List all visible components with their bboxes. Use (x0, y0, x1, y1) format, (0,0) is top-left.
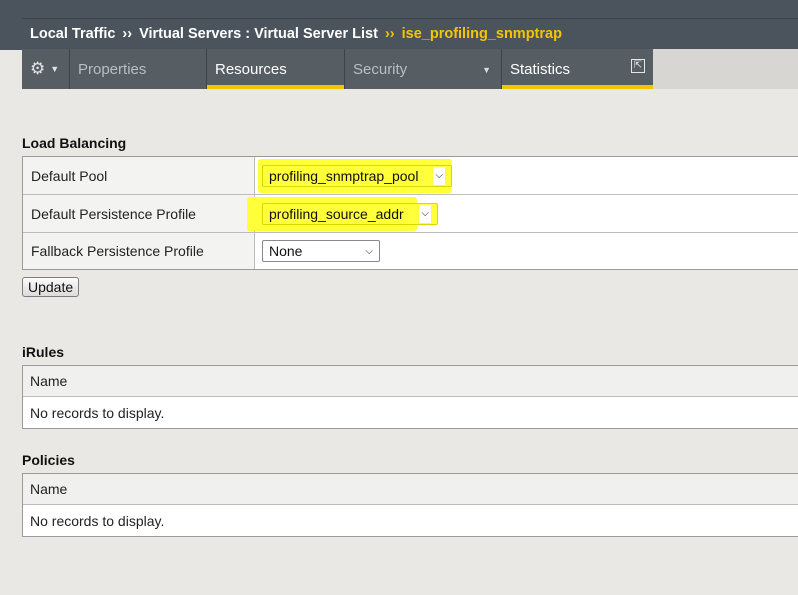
fallback-persistence-profile-label: Fallback Persistence Profile (23, 233, 255, 269)
breadcrumb-current: ise_profiling_snmptrap (401, 26, 562, 42)
caret-down-icon: ▼ (482, 65, 491, 75)
irules-title: iRules (22, 344, 65, 360)
tab-label: Properties (78, 60, 147, 78)
irules-table: Name No records to display. (22, 365, 798, 429)
select-value: profiling_source_addr (269, 205, 404, 222)
popout-icon[interactable]: ⇱ (631, 59, 645, 73)
policies-title: Policies (22, 452, 75, 468)
chevron-down-icon: ⌵ (433, 166, 445, 185)
tab-statistics[interactable]: Statistics ⇱ (502, 49, 653, 89)
breadcrumb: Local Traffic ›› Virtual Servers : Virtu… (22, 18, 798, 49)
column-header-name[interactable]: Name (23, 474, 798, 505)
breadcrumb-separator: ›› (384, 26, 395, 42)
load-balancing-title: Load Balancing (22, 135, 127, 151)
policies-table: Name No records to display. (22, 473, 798, 537)
select-value: None (269, 243, 303, 259)
fallback-persistence-profile-select[interactable]: None ⌵ (262, 240, 380, 262)
default-pool-select[interactable]: profiling_snmptrap_pool ⌵ (262, 164, 452, 187)
table-row: Default Pool profiling_snmptrap_pool ⌵ (23, 157, 798, 195)
breadcrumb-item-virtual-server-list[interactable]: Virtual Servers : Virtual Server List (139, 26, 378, 42)
default-persistence-profile-select[interactable]: profiling_source_addr ⌵ (262, 202, 438, 225)
column-header-name[interactable]: Name (23, 366, 798, 397)
empty-message: No records to display. (23, 505, 798, 536)
tab-resources[interactable]: Resources (207, 49, 345, 89)
caret-down-icon: ▼ (50, 64, 60, 74)
chevron-down-icon: ⌵ (365, 245, 373, 257)
chevron-down-icon: ⌵ (419, 204, 431, 223)
tab-label: Statistics (510, 60, 571, 78)
tab-bar: ⚙ ▼ Properties Resources Security ▼ Stat… (22, 49, 654, 89)
empty-message: No records to display. (23, 397, 798, 428)
tab-bar-filler (653, 49, 798, 89)
tab-properties[interactable]: Properties (70, 49, 207, 89)
load-balancing-table: Default Pool profiling_snmptrap_pool ⌵ D… (22, 156, 798, 270)
default-pool-cell: profiling_snmptrap_pool ⌵ (255, 157, 798, 194)
table-row: Fallback Persistence Profile None ⌵ (23, 233, 798, 269)
gear-menu-button[interactable]: ⚙ ▼ (22, 49, 70, 89)
tab-label: Resources (215, 60, 287, 78)
update-button[interactable]: Update (22, 277, 80, 297)
default-persistence-profile-label: Default Persistence Profile (23, 195, 255, 232)
breadcrumb-separator: ›› (122, 26, 133, 42)
breadcrumb-item-local-traffic[interactable]: Local Traffic (30, 26, 115, 42)
default-persistence-profile-cell: profiling_source_addr ⌵ (247, 195, 798, 232)
gear-icon: ⚙ (30, 59, 46, 78)
tab-security[interactable]: Security ▼ (345, 49, 502, 89)
table-row: Default Persistence Profile profiling_so… (23, 195, 798, 233)
default-pool-label: Default Pool (23, 157, 255, 194)
select-value: profiling_snmptrap_pool (269, 167, 419, 184)
fallback-persistence-profile-cell: None ⌵ (255, 233, 798, 269)
tab-label: Security (353, 60, 408, 78)
